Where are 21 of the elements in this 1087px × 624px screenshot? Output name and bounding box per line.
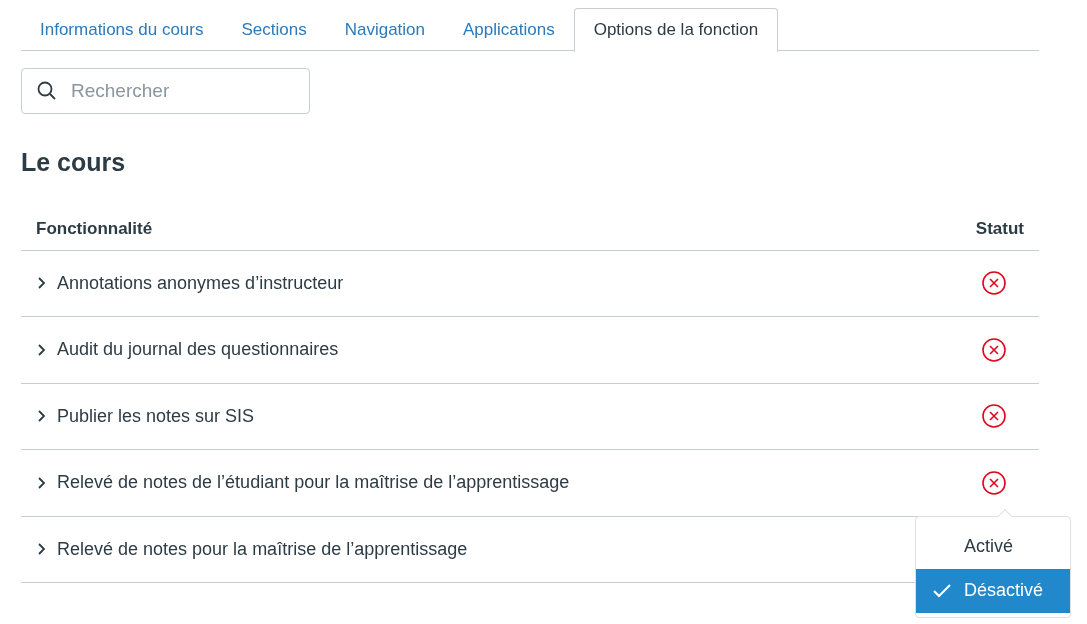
menu-option[interactable]: Désactivé — [916, 568, 1070, 613]
check-icon — [932, 582, 952, 599]
tab[interactable]: Informations du cours — [21, 8, 223, 51]
x-circle-icon[interactable] — [981, 336, 1007, 363]
x-circle-icon[interactable] — [981, 403, 1007, 430]
tab[interactable]: Applications — [444, 8, 574, 51]
feature-toggle[interactable]: Relevé de notes pour la maîtrise de l’apprentissage — [37, 535, 468, 563]
column-header: Fonctionnalité — [36, 217, 153, 240]
search-icon — [37, 81, 57, 101]
search-field[interactable]: Rechercher — [21, 68, 310, 114]
feature-toggle[interactable]: Publier les notes sur SIS — [37, 402, 255, 430]
tab[interactable]: Sections — [222, 8, 326, 51]
x-circle-icon[interactable] — [981, 469, 1007, 496]
tab[interactable]: Options de la fonction — [573, 8, 779, 52]
section-heading: Le cours — [21, 147, 127, 178]
feature-toggle[interactable]: Annotations anonymes d’instructeur — [37, 269, 344, 297]
x-circle-icon[interactable] — [981, 270, 1007, 297]
tab[interactable]: Navigation — [325, 8, 444, 51]
column-header: Statut — [975, 217, 1024, 240]
feature-toggle[interactable]: Relevé de notes de l’étudiant pour la maîtrise de l’apprentissage — [37, 469, 570, 497]
feature-toggle[interactable]: Audit du journal des questionnaires — [37, 336, 339, 364]
